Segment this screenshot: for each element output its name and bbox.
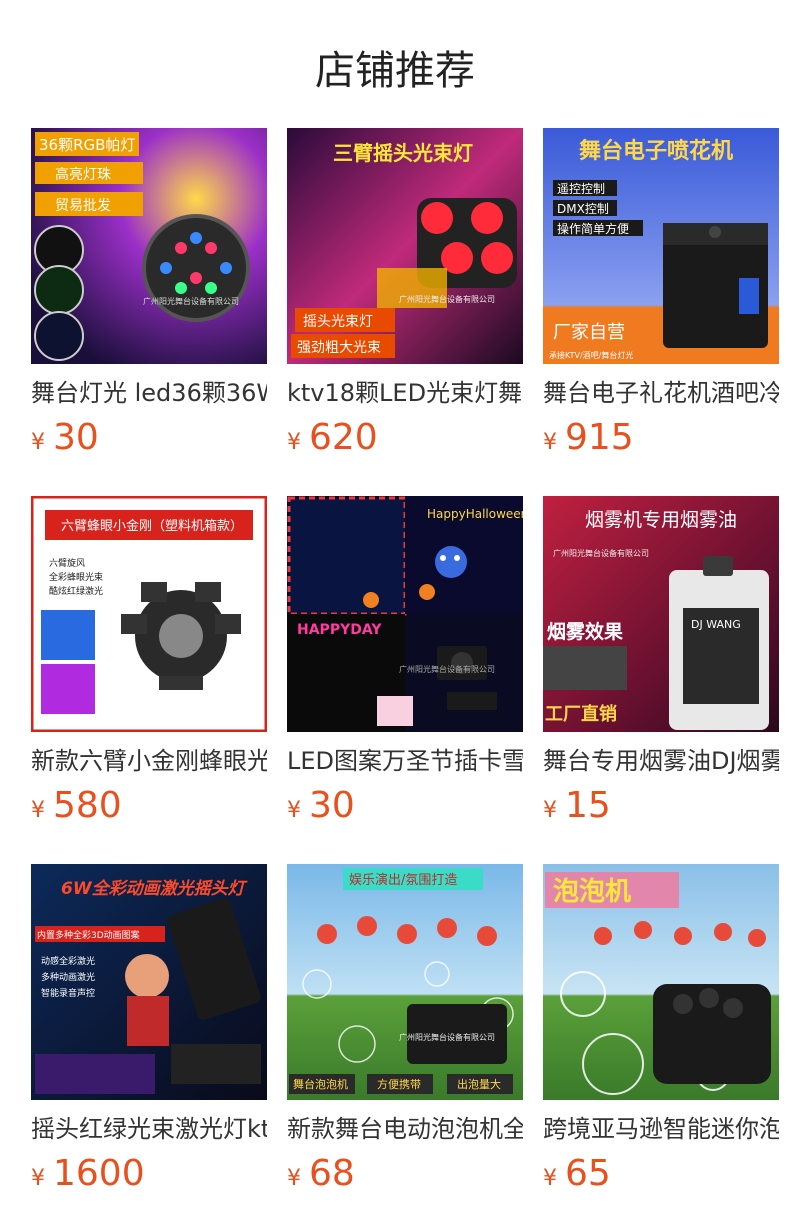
page-title: 店铺推荐	[315, 48, 475, 94]
image-caption: 泡泡机	[553, 877, 631, 907]
product-name[interactable]: 舞台灯光 led36颗36W帕灯	[31, 376, 267, 410]
product-name[interactable]: 跨境亚马逊智能迷你泡泡机	[543, 1112, 779, 1146]
product-image[interactable]: 烟雾机专用烟雾油 烟雾效果 工厂直销 DJ WANG 广州阳光舞台设备有限公司	[543, 496, 779, 732]
product-card[interactable]: HappyHalloween HAPPYDAY 广州阳光舞台设备有限公司 LED…	[287, 496, 523, 832]
product-card[interactable]: 6W全彩动画激光摇头灯 内置多种全彩3D动画图案 动感全彩激光 多种动画激光 智…	[31, 864, 267, 1200]
product-price: ¥68	[287, 1154, 523, 1200]
currency-symbol: ¥	[287, 430, 301, 455]
currency-symbol: ¥	[287, 798, 301, 823]
image-caption: 六臂蜂眼小金刚（塑料机箱款）	[61, 518, 243, 534]
image-caption: 多种动画激光	[41, 971, 95, 983]
image-caption: 方便携带	[377, 1077, 421, 1091]
price-value: 580	[53, 785, 122, 826]
product-name[interactable]: 新款舞台电动泡泡机全自动	[287, 1112, 523, 1146]
product-image[interactable]: 娱乐演出/氛围打造 舞台泡泡机 方便携带 出泡量大 广州阳光舞台设备有限公司	[287, 864, 523, 1100]
image-caption: 烟雾机专用烟雾油	[585, 509, 737, 531]
shop-recommend-page: 店铺推荐 36颗RGB帕灯 高亮灯珠 贸易批发 广州阳光舞台设备有限公司 舞台灯…	[0, 0, 790, 1232]
currency-symbol: ¥	[31, 798, 45, 823]
currency-symbol: ¥	[543, 430, 557, 455]
price-value: 15	[565, 785, 611, 826]
image-caption: 六臂旋风	[49, 557, 85, 569]
product-name[interactable]: LED图案万圣节插卡雪花灯	[287, 744, 523, 778]
price-value: 1600	[53, 1153, 145, 1194]
product-price: ¥620	[287, 418, 523, 464]
currency-symbol: ¥	[543, 798, 557, 823]
image-watermark: 广州阳光舞台设备有限公司	[399, 294, 495, 304]
product-name[interactable]: 新款六臂小金刚蜂眼光束灯	[31, 744, 267, 778]
product-price: ¥30	[287, 786, 523, 832]
product-card[interactable]: 娱乐演出/氛围打造 舞台泡泡机 方便携带 出泡量大 广州阳光舞台设备有限公司 新…	[287, 864, 523, 1200]
image-caption: 操作简单方便	[557, 221, 629, 236]
image-caption: 摇头光束灯	[303, 314, 373, 330]
product-price: ¥15	[543, 786, 779, 832]
image-caption: 舞台电子喷花机	[579, 138, 733, 164]
image-caption: 娱乐演出/氛围打造	[349, 872, 457, 888]
price-value: 915	[565, 417, 634, 458]
product-name[interactable]: 舞台专用烟雾油DJ烟雾机油	[543, 744, 779, 778]
image-caption: 工厂直销	[545, 703, 617, 725]
image-caption: 高亮灯珠	[55, 166, 111, 183]
image-caption: 贸易批发	[55, 198, 111, 214]
product-image[interactable]: 36颗RGB帕灯 高亮灯珠 贸易批发 广州阳光舞台设备有限公司	[31, 128, 267, 364]
product-name[interactable]: 摇头红绿光束激光灯ktv酒吧	[31, 1112, 267, 1146]
product-price: ¥30	[31, 418, 267, 464]
currency-symbol: ¥	[287, 1166, 301, 1191]
product-image[interactable]: 舞台电子喷花机 遥控控制 DMX控制 操作简单方便 厂家自营 承接KTV/酒吧/…	[543, 128, 779, 364]
image-caption: 厂家自营	[553, 322, 625, 343]
image-caption: 舞台泡泡机	[293, 1077, 348, 1091]
currency-symbol: ¥	[543, 1166, 557, 1191]
product-price: ¥65	[543, 1154, 779, 1200]
image-watermark: 广州阳光舞台设备有限公司	[553, 548, 649, 558]
price-value: 68	[309, 1153, 355, 1194]
image-caption: 三臂摇头光束灯	[333, 141, 473, 165]
currency-symbol: ¥	[31, 1166, 45, 1191]
price-value: 30	[309, 785, 355, 826]
product-image[interactable]: 6W全彩动画激光摇头灯 内置多种全彩3D动画图案 动感全彩激光 多种动画激光 智…	[31, 864, 267, 1100]
image-watermark: 广州阳光舞台设备有限公司	[399, 664, 495, 674]
product-card[interactable]: 三臂摇头光束灯 摇头光束灯 强劲粗大光束 广州阳光舞台设备有限公司 ktv18颗…	[287, 128, 523, 464]
image-caption: 遥控控制	[557, 182, 605, 196]
product-card[interactable]: 六臂蜂眼小金刚（塑料机箱款） 六臂旋风 全彩蜂眼光束 酷炫红绿激光 新款六臂小金…	[31, 496, 267, 832]
product-name[interactable]: ktv18颗LED光束灯舞台三臂摇头灯	[287, 376, 523, 410]
product-image[interactable]: 三臂摇头光束灯 摇头光束灯 强劲粗大光束 广州阳光舞台设备有限公司	[287, 128, 523, 364]
image-caption: HappyHalloween	[427, 507, 523, 521]
price-value: 65	[565, 1153, 611, 1194]
product-image[interactable]: 泡泡机	[543, 864, 779, 1100]
image-caption: DJ WANG	[691, 618, 741, 631]
product-price: ¥915	[543, 418, 779, 464]
image-caption: 承接KTV/酒吧/舞台灯光	[549, 350, 633, 360]
image-caption: 全彩蜂眼光束	[49, 571, 103, 583]
image-caption: 强劲粗大光束	[297, 340, 381, 356]
image-caption: 动感全彩激光	[41, 955, 95, 967]
image-caption: HAPPYDAY	[297, 622, 382, 638]
image-caption: 烟雾效果	[547, 620, 623, 643]
product-card[interactable]: 舞台电子喷花机 遥控控制 DMX控制 操作简单方便 厂家自营 承接KTV/酒吧/…	[543, 128, 779, 464]
image-caption: 6W全彩动画激光摇头灯	[61, 879, 248, 899]
image-caption: 内置多种全彩3D动画图案	[37, 929, 140, 941]
product-name[interactable]: 舞台电子礼花机酒吧冷焰火	[543, 376, 779, 410]
image-watermark: 广州阳光舞台设备有限公司	[143, 296, 239, 306]
image-watermark: 广州阳光舞台设备有限公司	[399, 1032, 495, 1042]
product-image[interactable]: 六臂蜂眼小金刚（塑料机箱款） 六臂旋风 全彩蜂眼光束 酷炫红绿激光	[31, 496, 267, 732]
product-image[interactable]: HappyHalloween HAPPYDAY 广州阳光舞台设备有限公司	[287, 496, 523, 732]
image-caption: DMX控制	[557, 202, 609, 216]
image-caption: 出泡量大	[457, 1077, 501, 1091]
product-price: ¥580	[31, 786, 267, 832]
product-card[interactable]: 泡泡机 跨境亚马逊智能迷你泡泡机 ¥65	[543, 864, 779, 1200]
currency-symbol: ¥	[31, 430, 45, 455]
image-caption: 酷炫红绿激光	[49, 585, 103, 597]
image-caption: 智能录音声控	[41, 987, 95, 999]
image-caption: 36颗RGB帕灯	[39, 136, 135, 154]
price-value: 30	[53, 417, 99, 458]
product-card[interactable]: 36颗RGB帕灯 高亮灯珠 贸易批发 广州阳光舞台设备有限公司 舞台灯光 led…	[31, 128, 267, 464]
price-value: 620	[309, 417, 378, 458]
product-card[interactable]: 烟雾机专用烟雾油 烟雾效果 工厂直销 DJ WANG 广州阳光舞台设备有限公司 …	[543, 496, 779, 832]
product-price: ¥1600	[31, 1154, 267, 1200]
